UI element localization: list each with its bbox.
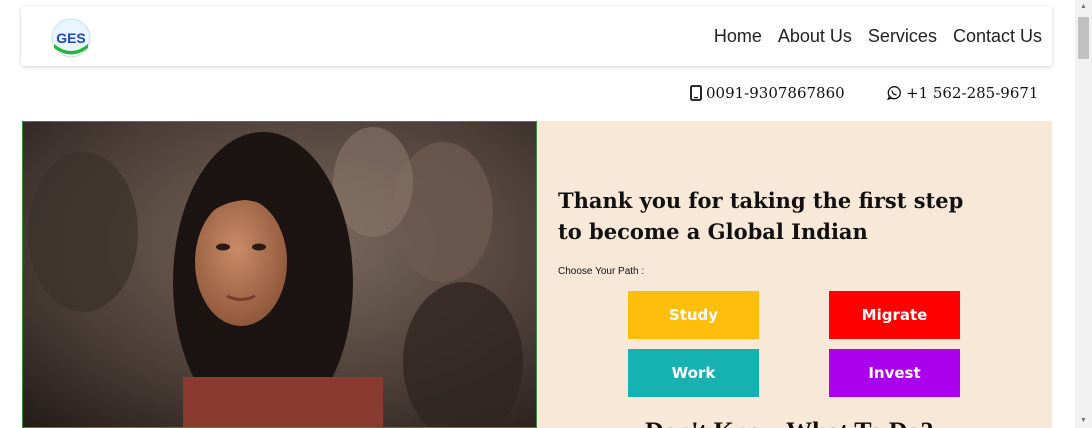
ges-logo[interactable]: GES <box>50 17 92 59</box>
work-button[interactable]: Work <box>628 349 759 397</box>
hero-headline: Thank you for taking the first step to b… <box>558 188 964 244</box>
hero-panel: Thank you for taking the first step to b… <box>537 121 1052 428</box>
nav-contact-link[interactable]: Contact Us <box>953 26 1042 47</box>
whatsapp-contact[interactable]: +1 562-285-9671 <box>886 84 1038 102</box>
mobile-phone-icon <box>690 85 702 101</box>
scroll-down-arrow-icon[interactable]: ▼ <box>1075 414 1092 428</box>
study-button[interactable]: Study <box>628 291 759 339</box>
vertical-scrollbar[interactable]: ▲ ▼ <box>1075 0 1092 428</box>
whatsapp-number: +1 562-285-9671 <box>906 84 1039 102</box>
nav-links: Home About Us Services Contact Us <box>698 6 1042 66</box>
hero-section: Thank you for taking the first step to b… <box>22 121 1052 428</box>
dont-know-heading: Don't Know What To Do? <box>645 417 934 428</box>
hero-photo <box>22 121 537 428</box>
choose-path-label: Choose Your Path : <box>558 266 645 277</box>
nav-home-link[interactable]: Home <box>714 26 762 47</box>
phone-number: 0091-9307867860 <box>706 84 845 102</box>
nav-about-link[interactable]: About Us <box>778 26 852 47</box>
navbar: GES Home About Us Services Contact Us <box>21 6 1052 66</box>
migrate-button[interactable]: Migrate <box>829 291 960 339</box>
nav-services-link[interactable]: Services <box>868 26 937 47</box>
phone-contact[interactable]: 0091-9307867860 <box>690 84 845 102</box>
scroll-up-arrow-icon[interactable]: ▲ <box>1075 0 1092 14</box>
invest-button[interactable]: Invest <box>829 349 960 397</box>
scrollbar-thumb[interactable] <box>1078 17 1089 59</box>
svg-text:GES: GES <box>56 30 86 46</box>
whatsapp-icon <box>886 86 901 101</box>
